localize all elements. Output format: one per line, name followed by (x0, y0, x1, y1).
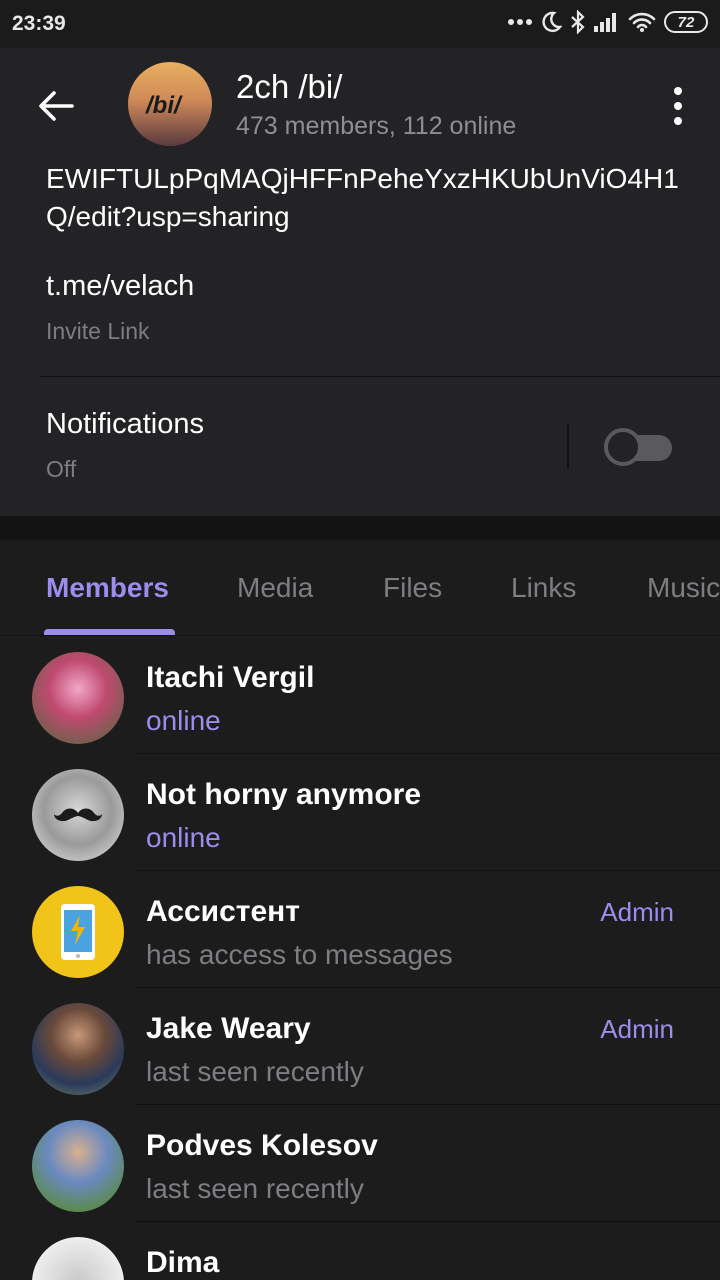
tab-media[interactable]: Media (237, 572, 313, 604)
member-name: Podves Kolesov (146, 1129, 378, 1162)
notifications-value: Off (46, 456, 77, 482)
active-tab-indicator (44, 629, 175, 635)
member-name: Not horny anymore (146, 778, 422, 811)
chat-header: /bi/ 2ch /bi/ 473 members, 112 online (0, 48, 720, 160)
admin-badge: Admin (600, 1014, 674, 1044)
toggle-knob (604, 428, 642, 466)
member-name: Ассистент (146, 895, 300, 928)
signal-icon (594, 13, 616, 32)
arrow-left-icon (39, 91, 74, 121)
member-status: last seen recently (146, 1173, 364, 1204)
member-status: online (146, 705, 221, 736)
chat-description[interactable]: EWIFTULpPqMAQjHFFnPeheYxzHKUbUnViO4H1Q/e… (46, 160, 686, 236)
avatar (32, 769, 124, 861)
list-item[interactable]: Ассистент has access to messages Admin (0, 871, 720, 988)
members-list: Itachi Vergil online Not horny anymore o… (0, 637, 720, 1280)
tab-files[interactable]: Files (383, 572, 442, 604)
wifi-icon (628, 12, 656, 32)
member-name: Itachi Vergil (146, 661, 315, 694)
list-item[interactable]: Podves Kolesov last seen recently (0, 1105, 720, 1222)
chat-member-count: 473 members, 112 online (236, 112, 517, 140)
dots-icon (508, 19, 532, 25)
list-item[interactable]: Dima (0, 1222, 720, 1280)
shared-media-tabs: Members Media Files Links Music (0, 540, 720, 636)
divider (40, 376, 720, 377)
notifications-label[interactable]: Notifications (46, 408, 204, 441)
chat-title: 2ch /bi/ (236, 68, 343, 105)
battery-indicator: 72 (664, 11, 708, 33)
dot (674, 101, 682, 110)
tab-members[interactable]: Members (46, 572, 169, 604)
section-gap (0, 516, 720, 540)
tab-music[interactable]: Music (647, 572, 720, 604)
moon-icon (542, 11, 562, 33)
back-button[interactable] (30, 84, 82, 128)
notifications-toggle[interactable] (604, 428, 672, 466)
member-status: online (146, 822, 221, 853)
dot (674, 116, 682, 125)
tab-links[interactable]: Links (511, 572, 576, 604)
chat-avatar-text: /bi/ (146, 92, 181, 119)
dot (674, 87, 682, 96)
bluetooth-icon (571, 10, 585, 34)
chat-avatar[interactable]: /bi/ (128, 62, 212, 146)
phone-bolt-icon (61, 904, 95, 960)
avatar (32, 1237, 124, 1280)
status-time: 23:39 (12, 12, 66, 35)
list-item[interactable]: Not horny anymore online (0, 754, 720, 871)
invite-link[interactable]: t.me/velach (46, 270, 194, 303)
invite-link-caption: Invite Link (46, 318, 150, 344)
member-name: Dima (146, 1246, 220, 1279)
list-item[interactable]: Itachi Vergil online (0, 637, 720, 754)
avatar (32, 652, 124, 744)
more-options-button[interactable] (666, 84, 690, 128)
member-name: Jake Weary (146, 1012, 311, 1045)
status-bar: 23:39 72 (0, 0, 720, 48)
list-item[interactable]: Jake Weary last seen recently Admin (0, 988, 720, 1105)
avatar (32, 886, 124, 978)
vertical-divider (567, 425, 569, 469)
mustache-icon (54, 808, 102, 822)
avatar (32, 1120, 124, 1212)
status-icons: 72 (508, 10, 708, 34)
avatar (32, 1003, 124, 1095)
chat-info-card: EWIFTULpPqMAQjHFFnPeheYxzHKUbUnViO4H1Q/e… (0, 160, 720, 516)
member-status: has access to messages (146, 939, 453, 970)
member-status: last seen recently (146, 1056, 364, 1087)
admin-badge: Admin (600, 897, 674, 927)
